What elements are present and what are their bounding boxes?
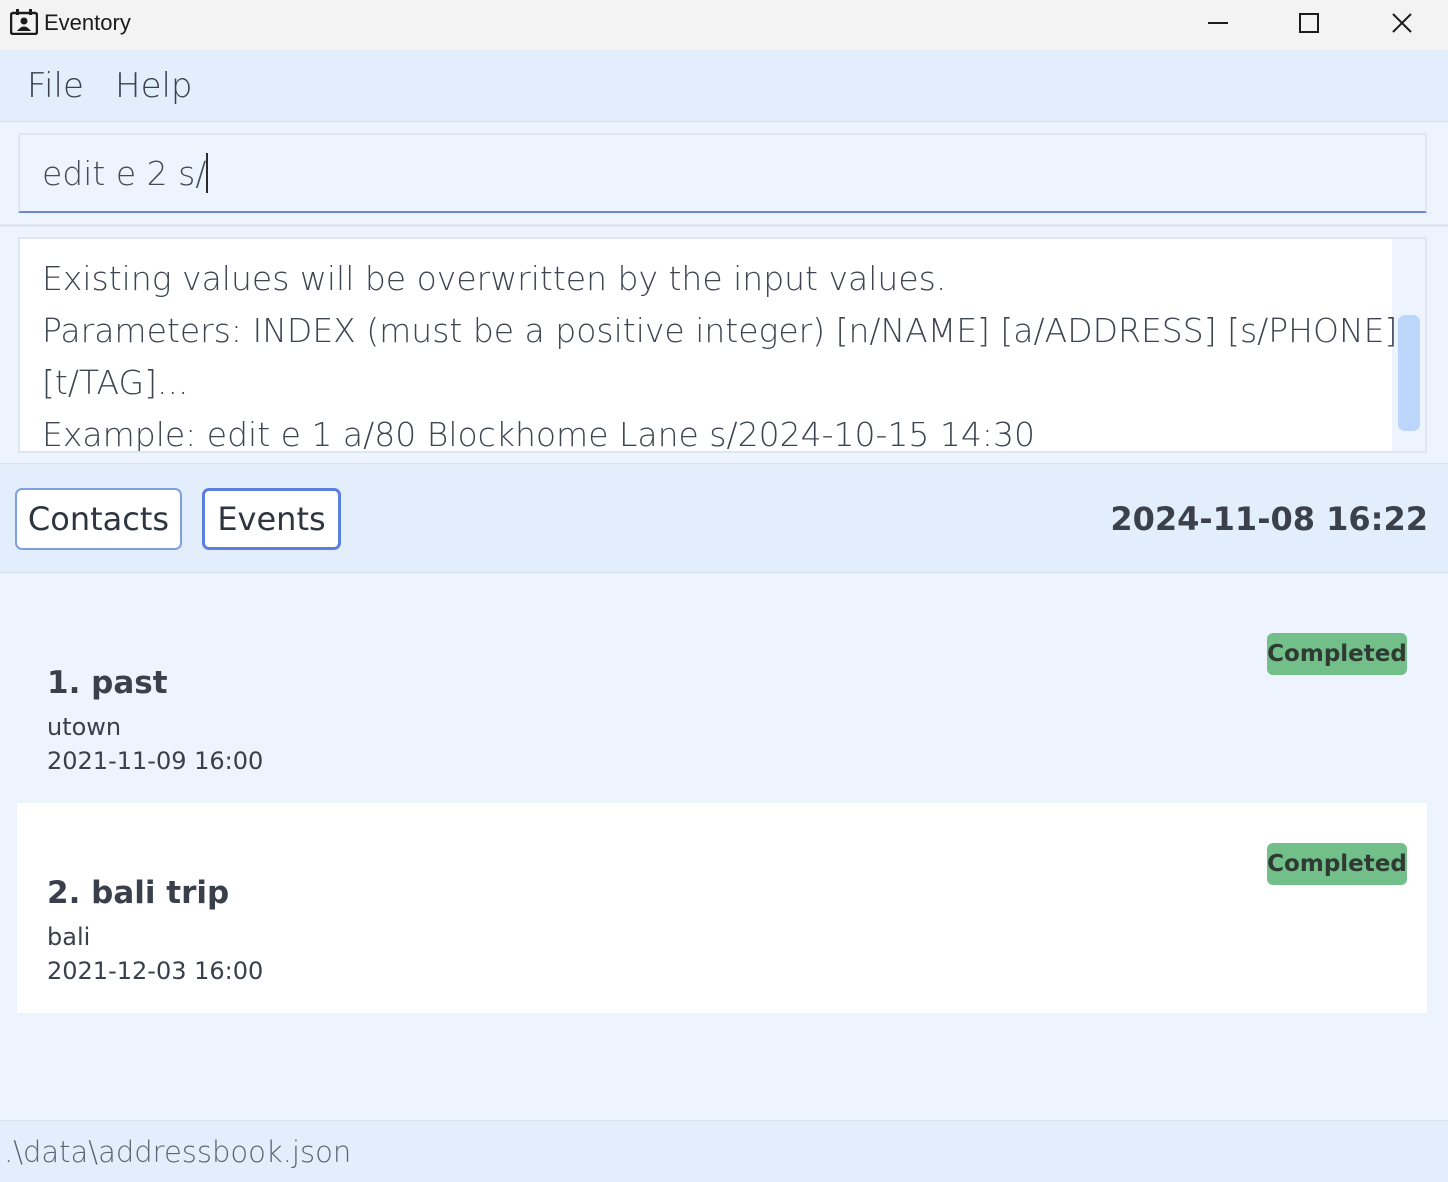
view-toolbar: Contacts Events 2024-11-08 16:22 — [0, 463, 1448, 573]
event-card[interactable]: Completed 1. past utown 2021-11-09 16:00 — [17, 593, 1427, 803]
result-line: Example: edit e 1 a/80 Blockhome Lane s/… — [42, 415, 1035, 453]
minimize-icon — [1208, 22, 1228, 24]
event-location: utown — [47, 713, 122, 741]
status-badge: Completed — [1267, 843, 1407, 885]
contacts-tab-button[interactable]: Contacts — [15, 488, 182, 550]
event-list[interactable]: Completed 1. past utown 2021-11-09 16:00… — [0, 573, 1448, 1119]
command-text: edit e 2 s/ — [42, 153, 209, 193]
minimize-button[interactable] — [1172, 0, 1264, 46]
title-bar: Eventory — [0, 0, 1448, 50]
menu-help[interactable]: Help — [115, 66, 193, 106]
result-scrollbar[interactable] — [1398, 315, 1420, 431]
status-badge: Completed — [1267, 633, 1407, 675]
text-caret — [206, 153, 209, 193]
window-title: Eventory — [44, 10, 131, 35]
event-title: 2. bali trip — [47, 875, 230, 911]
close-icon — [1392, 13, 1412, 33]
event-datetime: 2021-11-09 16:00 — [47, 747, 264, 775]
command-value: edit e 2 s/ — [42, 154, 207, 193]
result-text-area[interactable]: Existing values will be overwritten by t… — [20, 239, 1398, 453]
current-datetime: 2024-11-08 16:22 — [1110, 500, 1428, 538]
result-display[interactable]: Existing values will be overwritten by t… — [18, 237, 1427, 453]
result-line: Existing values will be overwritten by t… — [42, 259, 947, 298]
event-card[interactable]: Completed 2. bali trip bali 2021-12-03 1… — [17, 803, 1427, 1013]
maximize-icon — [1299, 13, 1319, 33]
data-file-path: .\data\addressbook.json — [4, 1135, 352, 1169]
calendar-contact-icon — [10, 9, 38, 35]
status-bar: .\data\addressbook.json — [0, 1120, 1448, 1182]
result-line: Parameters: INDEX (must be a positive in… — [42, 311, 1398, 350]
command-box-container: edit e 2 s/ — [0, 123, 1448, 227]
events-tab-button[interactable]: Events — [202, 488, 341, 550]
menu-file[interactable]: File — [27, 66, 84, 106]
event-title: 1. past — [47, 665, 168, 701]
menu-bar: File Help — [0, 50, 1448, 122]
command-input[interactable]: edit e 2 s/ — [18, 133, 1427, 213]
maximize-button[interactable] — [1263, 0, 1355, 46]
result-line: [t/TAG]... — [42, 363, 189, 402]
event-location: bali — [47, 923, 91, 951]
event-datetime: 2021-12-03 16:00 — [47, 957, 264, 985]
close-button[interactable] — [1356, 0, 1448, 46]
